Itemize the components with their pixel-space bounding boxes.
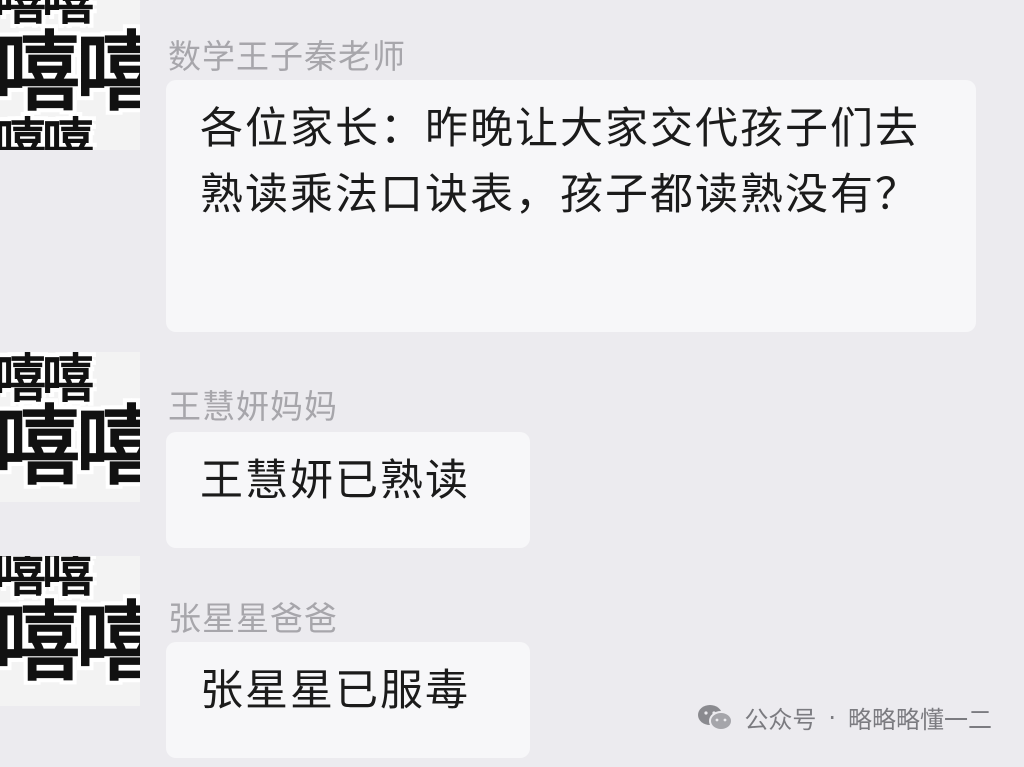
avatar-text-bottom: 嘻嘻 — [0, 114, 94, 150]
sender-name: 张星星爸爸 — [168, 599, 338, 638]
avatar-text-main: 嘻嘻 — [0, 23, 140, 123]
sender-name: 王慧妍妈妈 — [168, 387, 338, 426]
avatar[interactable]: 嘻嘻 嘻嘻 — [0, 556, 140, 706]
avatar-text-main: 嘻嘻 — [0, 397, 140, 497]
message-bubble[interactable]: 张星星已服毒 — [166, 642, 530, 758]
watermark-separator: · — [828, 703, 836, 732]
wechat-icon — [696, 703, 734, 733]
sender-name: 数学王子秦老师 — [168, 37, 406, 76]
avatar-text-main: 嘻嘻 — [0, 593, 140, 693]
watermark-account: 略略略懂一二 — [848, 706, 992, 734]
message-bubble[interactable]: 各位家长：昨晚让大家交代孩子们去熟读乘法口诀表，孩子都读熟没有？ — [166, 80, 976, 332]
avatar[interactable]: 嘻嘻 嘻嘻 — [0, 352, 140, 502]
message-bubble[interactable]: 王慧妍已熟读 — [166, 432, 530, 548]
chat-window: 嘻嘻 嘻嘻 嘻嘻 数学王子秦老师 各位家长：昨晚让大家交代孩子们去熟读乘法口诀表… — [0, 0, 1024, 767]
watermark: 公众号 · 略略略懂一二 — [696, 700, 992, 735]
watermark-label: 公众号 — [744, 706, 817, 734]
avatar[interactable]: 嘻嘻 嘻嘻 嘻嘻 — [0, 0, 140, 150]
